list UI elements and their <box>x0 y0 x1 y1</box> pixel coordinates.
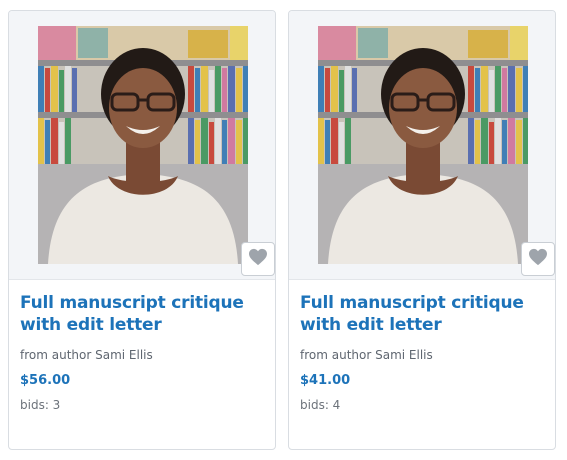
heart-icon <box>528 248 548 270</box>
item-bids: bids: 4 <box>300 398 341 412</box>
author-photo[interactable] <box>38 26 248 264</box>
item-title[interactable]: Full manuscript critique with edit lette… <box>20 292 265 336</box>
auction-items-grid: Full manuscript critique with edit lette… <box>0 0 567 460</box>
favorite-button[interactable] <box>241 242 275 276</box>
favorite-button[interactable] <box>521 242 555 276</box>
author-photo[interactable] <box>318 26 528 264</box>
item-bids: bids: 3 <box>20 398 61 412</box>
item-price: $56.00 <box>20 373 71 388</box>
item-price: $41.00 <box>300 373 351 388</box>
item-media <box>289 11 555 280</box>
auction-item-card[interactable]: Full manuscript critique with edit lette… <box>288 10 556 450</box>
item-details: Full manuscript critique with edit lette… <box>9 280 275 413</box>
item-media <box>9 11 275 280</box>
auction-item-card[interactable]: Full manuscript critique with edit lette… <box>8 10 276 450</box>
item-author: from author Sami Ellis <box>20 348 153 362</box>
item-title[interactable]: Full manuscript critique with edit lette… <box>300 292 545 336</box>
item-details: Full manuscript critique with edit lette… <box>289 280 555 413</box>
heart-icon <box>248 248 268 270</box>
item-author: from author Sami Ellis <box>300 348 433 362</box>
